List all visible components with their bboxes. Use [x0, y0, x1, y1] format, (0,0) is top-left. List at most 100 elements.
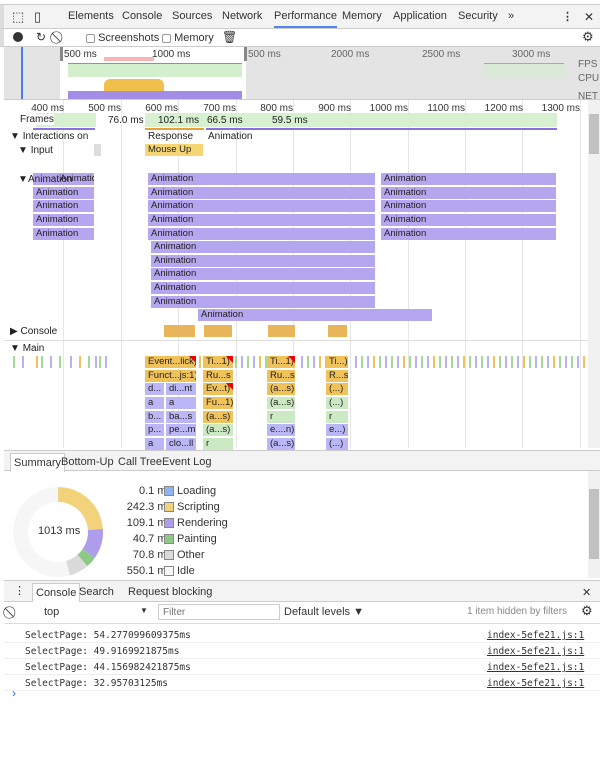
- message-source-link[interactable]: index-5efe21.js:1: [487, 630, 584, 641]
- flame-chart-event[interactable]: R...s: [326, 370, 349, 382]
- flame-chart-event[interactable]: e...): [326, 424, 349, 436]
- animation-block[interactable]: Animation: [148, 187, 376, 199]
- tab-memory[interactable]: Memory: [342, 10, 382, 22]
- flame-chart-event[interactable]: r: [203, 438, 234, 450]
- flame-chart-event[interactable]: Event...lick): [145, 356, 197, 368]
- tab-summary[interactable]: Summary: [10, 453, 66, 472]
- flame-chart-event[interactable]: (...): [326, 397, 349, 409]
- flame-chart-event[interactable]: (...): [326, 383, 349, 395]
- animation-block[interactable]: Animation: [381, 173, 557, 185]
- tab-call-tree[interactable]: Call Tree: [118, 456, 162, 468]
- mouse-up-block[interactable]: Mouse Up: [145, 144, 204, 156]
- flame-chart-event[interactable]: Funct...js:1): [145, 370, 197, 382]
- flame-chart-event[interactable]: b...: [145, 411, 165, 423]
- flame-chart-event[interactable]: a: [145, 397, 165, 409]
- device-toolbar-icon[interactable]: ▯: [34, 9, 41, 25]
- flame-chart-event[interactable]: di...nt: [166, 383, 197, 395]
- flame-chart-event[interactable]: p...: [145, 424, 165, 436]
- console-timestamp-block[interactable]: [268, 325, 295, 337]
- screenshots-checkbox[interactable]: Screenshots: [86, 32, 159, 44]
- animation-block[interactable]: Animation: [151, 241, 376, 253]
- animation-block[interactable]: Animation: [148, 200, 376, 212]
- flame-chart-event[interactable]: a: [166, 397, 197, 409]
- flame-chart-event[interactable]: Ev...t): [203, 383, 234, 395]
- timeline-scrollbar[interactable]: [588, 100, 600, 448]
- flame-chart-event[interactable]: (a...s): [203, 411, 234, 423]
- console-timestamp-block[interactable]: [204, 325, 232, 337]
- animation-track-header[interactable]: ▼: [18, 174, 28, 185]
- drawer-tab-request-blocking[interactable]: Request blocking: [128, 586, 212, 598]
- animation-block[interactable]: Animation: [148, 214, 376, 226]
- scrollbar-thumb[interactable]: [589, 114, 599, 154]
- animation-block[interactable]: Animation: [381, 200, 557, 212]
- flame-chart-event[interactable]: (a...s): [267, 397, 296, 409]
- animation-block[interactable]: Animation: [148, 173, 376, 185]
- flame-chart-event[interactable]: r: [326, 411, 349, 423]
- animation-block[interactable]: Animation: [33, 214, 95, 226]
- flame-chart-event[interactable]: r: [267, 411, 296, 423]
- animation-block[interactable]: Animation: [33, 200, 95, 212]
- tab-network[interactable]: Network: [222, 10, 262, 22]
- main-track-header[interactable]: ▼ Main: [10, 343, 44, 354]
- tab-bottom-up[interactable]: Bottom-Up: [61, 456, 114, 468]
- tab-performance[interactable]: Performance: [274, 10, 337, 28]
- animation-block[interactable]: Animation: [151, 282, 376, 294]
- flame-chart-event[interactable]: (a...s): [267, 383, 296, 395]
- animation-block[interactable]: Animation: [151, 268, 376, 280]
- animation-block[interactable]: Animation: [381, 187, 557, 199]
- animation-block[interactable]: Animation: [148, 228, 376, 240]
- tab-sources[interactable]: Sources: [172, 10, 212, 22]
- animation-block[interactable]: Animation: [198, 309, 433, 321]
- console-timestamp-block[interactable]: [164, 325, 195, 337]
- console-prompt[interactable]: ›: [12, 686, 16, 700]
- console-filter-input[interactable]: [158, 604, 280, 620]
- record-icon[interactable]: [13, 32, 23, 42]
- console-track-header[interactable]: ▶ Console: [10, 326, 57, 337]
- tab-console[interactable]: Console: [122, 10, 162, 22]
- console-timestamp-block[interactable]: [328, 325, 347, 337]
- tab-event-log[interactable]: Event Log: [162, 456, 212, 468]
- drawer-tab-search[interactable]: Search: [79, 586, 114, 598]
- selection-handle-right[interactable]: [244, 47, 247, 61]
- flame-chart-event[interactable]: Fu...1): [203, 397, 234, 409]
- flame-chart-event[interactable]: Ru...s: [203, 370, 234, 382]
- flame-chart-event[interactable]: (a...s): [203, 424, 234, 436]
- context-selector[interactable]: top ▼: [40, 604, 152, 620]
- message-source-link[interactable]: index-5efe21.js:1: [487, 646, 584, 657]
- reload-icon[interactable]: ↻: [36, 30, 46, 44]
- menu-icon[interactable]: ⋮: [562, 10, 573, 23]
- console-settings-gear-icon[interactable]: ⚙: [581, 603, 593, 619]
- trash-icon[interactable]: 🗑: [222, 30, 237, 44]
- tab-elements[interactable]: Elements: [68, 10, 114, 22]
- drawer-menu-icon[interactable]: ⋮: [14, 584, 25, 597]
- flame-chart-event[interactable]: (a...s): [267, 438, 296, 450]
- animation-block[interactable]: Animation: [151, 255, 376, 267]
- selection-handle-left[interactable]: [60, 47, 63, 61]
- summary-scrollbar[interactable]: [588, 471, 600, 578]
- drawer-tab-console[interactable]: Console: [32, 583, 81, 602]
- more-tabs-button[interactable]: »: [508, 10, 514, 22]
- inspect-element-icon[interactable]: ⬚: [12, 9, 24, 25]
- flame-chart-event[interactable]: (...): [326, 438, 349, 450]
- flame-chart-event[interactable]: d...: [145, 383, 165, 395]
- input-event-block[interactable]: [94, 144, 101, 156]
- settings-gear-icon[interactable]: ⚙: [582, 29, 594, 45]
- flame-chart-event[interactable]: e....n): [267, 424, 296, 436]
- close-icon[interactable]: ✕: [584, 10, 594, 24]
- animation-block[interactable]: Animation: [33, 228, 95, 240]
- flame-chart-event[interactable]: ba...s: [166, 411, 197, 423]
- animation-block[interactable]: Animation: [33, 187, 95, 199]
- flame-chart-event[interactable]: pe...m: [166, 424, 197, 436]
- log-levels-dropdown[interactable]: Default levels ▼: [284, 606, 364, 618]
- animation-block[interactable]: Animation: [381, 228, 557, 240]
- memory-checkbox[interactable]: Memory: [162, 32, 214, 44]
- flame-chart-event[interactable]: Ti...1): [267, 356, 296, 368]
- interactions-track-header[interactable]: ▼ Interactions on: [10, 131, 88, 142]
- flame-chart-event[interactable]: Ti...): [326, 356, 349, 368]
- flame-chart-event[interactable]: a: [145, 438, 165, 450]
- scrollbar-thumb[interactable]: [589, 489, 599, 559]
- timeline-overview[interactable]: 500 ms 1000 ms 500 ms 2000 ms 2500 ms 30…: [4, 47, 600, 100]
- flame-chart-event[interactable]: Ti...1): [203, 356, 234, 368]
- flame-chart-event[interactable]: Ru...s: [267, 370, 296, 382]
- input-track-header[interactable]: ▼ Input: [18, 145, 53, 156]
